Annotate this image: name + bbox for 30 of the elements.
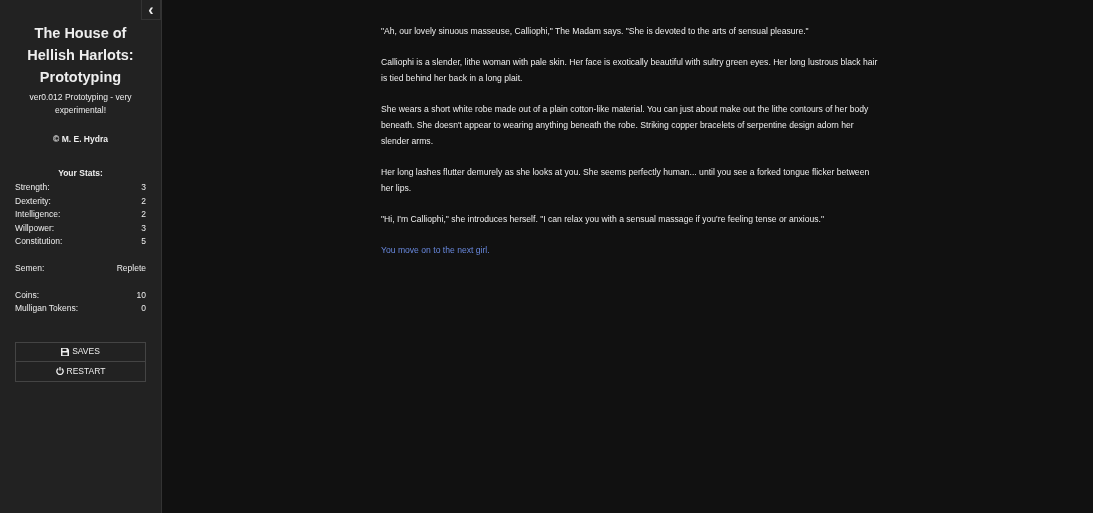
stat-value: 3 bbox=[141, 180, 146, 194]
next-link[interactable]: You move on to the next girl. bbox=[381, 245, 490, 255]
collapse-button[interactable]: ‹ bbox=[141, 0, 161, 20]
stat-label: Strength: bbox=[15, 180, 50, 194]
stat-label: Willpower: bbox=[15, 221, 55, 235]
story-paragraph: "Hi, I'm Calliophi," she introduces herself. "I can relax you with a sensual massage if you're feeling tense or anxious." bbox=[381, 213, 825, 226]
stat-label: Dexterity: bbox=[15, 194, 51, 208]
stat-value: 10 bbox=[136, 288, 146, 302]
saves-button[interactable]: SAVES bbox=[15, 341, 146, 362]
restart-button[interactable]: RESTART bbox=[15, 361, 146, 382]
story-title: The House of Hellish Harlots: Prototyping bbox=[26, 24, 135, 87]
stat-value: 0 bbox=[141, 302, 146, 316]
power-icon bbox=[55, 367, 64, 376]
stat-label: Mulligan Tokens: bbox=[15, 302, 79, 316]
stat-value: 2 bbox=[141, 194, 146, 208]
stat-value: 5 bbox=[141, 235, 146, 249]
story-author: © M. E. Hydra bbox=[52, 133, 109, 146]
stats-heading: Your Stats: bbox=[57, 167, 104, 178]
story-paragraph: She wears a short white robe made out of a plain cotton-like material. You can just about make out the lithe contours of her body beneath. She doesn't appear to wearing anything beneath the robe. Striking copper bracelets of serpentine design adorn her slender arms. bbox=[381, 103, 870, 148]
story-paragraph: Calliophi is a slender, lithe woman with pale skin. Her face is exotically beautiful with sultry green eyes. Her long lustrous black hair is tied behind her back in a long plait. bbox=[381, 56, 879, 85]
stat-value: 3 bbox=[141, 221, 146, 235]
story-paragraph: "Ah, our lovely sinuous masseuse, Calliophi," The Madam says. "She is devoted to the arts of sensual pleasure." bbox=[381, 25, 810, 38]
story-subtitle: ver0.012 Prototyping - very experimental! bbox=[28, 91, 133, 117]
stat-label: Coins: bbox=[15, 288, 40, 302]
stat-label: Semen: bbox=[15, 261, 45, 275]
stat-value: 2 bbox=[141, 208, 146, 222]
stat-label: Intelligence: bbox=[15, 208, 61, 222]
stat-label: Constitution: bbox=[15, 235, 63, 249]
story-paragraph: Her long lashes flutter demurely as she looks at you. She seems perfectly human... until you see a forked tongue flicker between her lips. bbox=[381, 166, 871, 195]
stat-value: Replete bbox=[116, 261, 146, 275]
